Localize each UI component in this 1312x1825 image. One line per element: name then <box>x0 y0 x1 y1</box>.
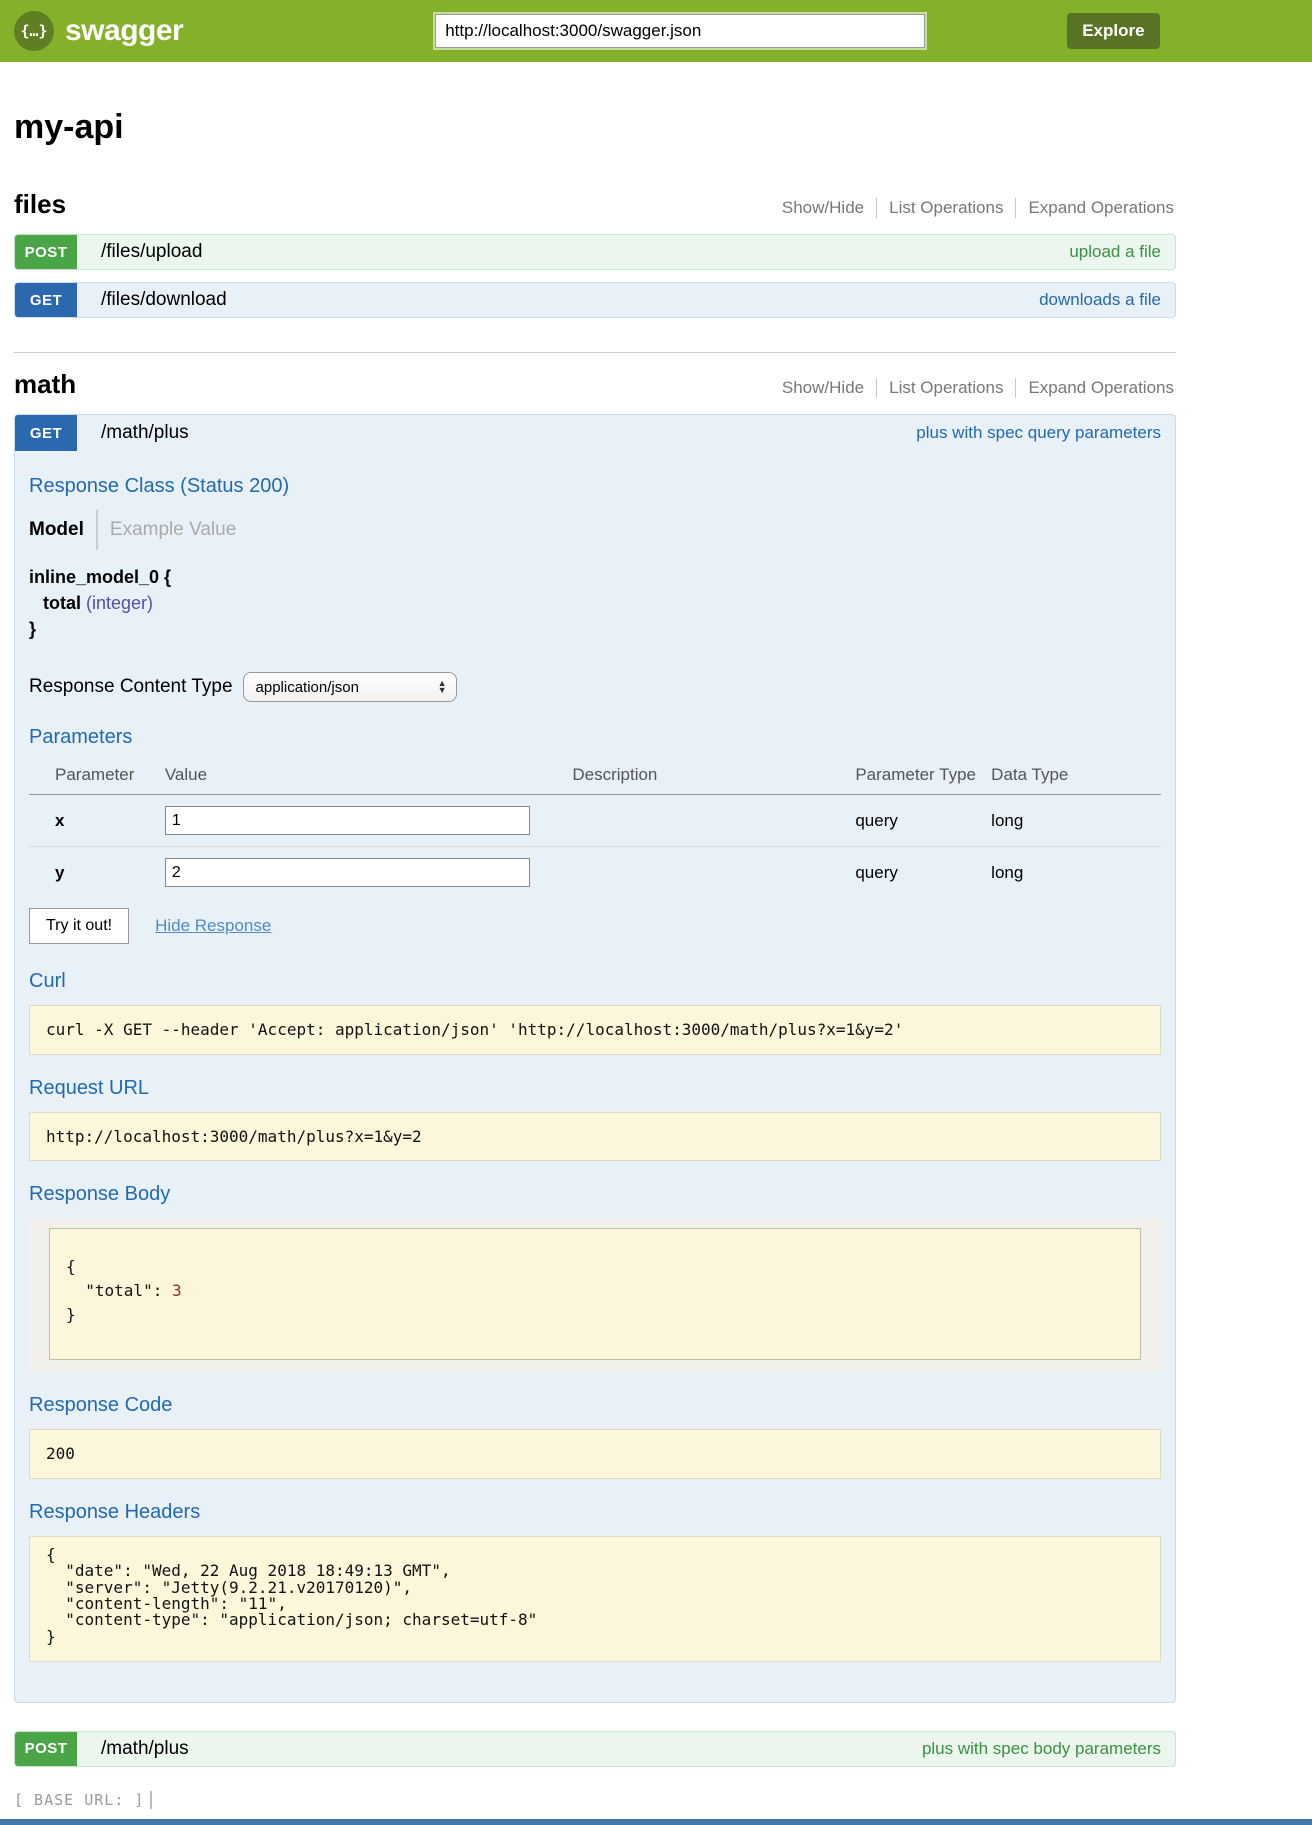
response-content-type-row: Response Content Type application/json ▲… <box>29 672 1161 702</box>
param-type: query <box>855 847 991 899</box>
operation-path[interactable]: /math/plus <box>101 1738 189 1760</box>
parameters-table: Parameter Value Description Parameter Ty… <box>29 761 1161 898</box>
param-data-type: long <box>991 847 1161 899</box>
json-key: "total": <box>66 1281 172 1300</box>
json-close-brace: } <box>66 1305 76 1324</box>
list-operations-link[interactable]: List Operations <box>876 378 1015 398</box>
curl-heading: Curl <box>29 970 1161 993</box>
model-name-line: inline_model_0 { <box>29 564 1161 590</box>
model-property-name: total <box>43 593 81 613</box>
param-type: query <box>855 795 991 847</box>
operation-summary[interactable]: upload a file <box>1069 242 1161 262</box>
operation-path[interactable]: /files/upload <box>101 241 202 263</box>
expand-operations-link[interactable]: Expand Operations <box>1015 198 1176 218</box>
operation-row-get-files-download[interactable]: GET /files/download downloads a file <box>14 282 1176 318</box>
json-number-value: 3 <box>172 1281 182 1300</box>
tab-model[interactable]: Model <box>29 519 96 541</box>
param-row-x: x query long <box>29 795 1161 847</box>
operation-header-get-math-plus[interactable]: GET /math/plus plus with spec query para… <box>15 415 1175 451</box>
response-code-value: 200 <box>29 1429 1161 1479</box>
response-content-type-select-wrap: application/json ▲ ▼ <box>243 672 457 702</box>
tab-example-value[interactable]: Example Value <box>98 519 236 541</box>
json-open-brace: { <box>66 1257 76 1276</box>
param-name: y <box>29 847 165 899</box>
method-badge: POST <box>15 1732 77 1766</box>
page-title: my-api <box>14 108 1176 147</box>
section-heading-files[interactable]: files <box>14 189 66 220</box>
operation-row-post-files-upload[interactable]: POST /files/upload upload a file <box>14 234 1176 270</box>
footer: [ BASE URL: ] <box>14 1791 1176 1809</box>
col-value: Value <box>165 761 573 795</box>
api-url-input[interactable] <box>435 14 925 48</box>
section-divider <box>14 352 1176 353</box>
response-content-type-label: Response Content Type <box>29 676 233 698</box>
operation-content: Response Class (Status 200) Model Exampl… <box>15 451 1175 1702</box>
param-row-y: y query long <box>29 847 1161 899</box>
operation-summary[interactable]: downloads a file <box>1039 290 1161 310</box>
actions-row: Try it out! Hide Response <box>29 908 1161 944</box>
model-property-line: total (integer) <box>29 590 1161 616</box>
list-operations-link[interactable]: List Operations <box>876 198 1015 218</box>
response-body-heading: Response Body <box>29 1183 1161 1206</box>
try-it-out-button[interactable]: Try it out! <box>29 908 129 944</box>
operation-row-post-math-plus[interactable]: POST /math/plus plus with spec body para… <box>14 1731 1176 1767</box>
show-hide-link[interactable]: Show/Hide <box>770 378 876 398</box>
request-url-value: http://localhost:3000/math/plus?x=1&y=2 <box>29 1112 1161 1162</box>
operation-path[interactable]: /files/download <box>101 289 227 311</box>
expand-operations-link[interactable]: Expand Operations <box>1015 378 1176 398</box>
request-url-heading: Request URL <box>29 1077 1161 1100</box>
response-headers-heading: Response Headers <box>29 1501 1161 1524</box>
param-value-input-x[interactable] <box>165 806 530 835</box>
operation-summary[interactable]: plus with spec body parameters <box>922 1739 1161 1759</box>
model-property-type: (integer) <box>86 593 153 613</box>
footer-base-url: [ BASE URL: ] <box>14 1791 144 1809</box>
param-description <box>572 847 855 899</box>
param-value-input-y[interactable] <box>165 858 530 887</box>
explore-button[interactable]: Explore <box>1067 13 1159 49</box>
section-heading-math[interactable]: math <box>14 369 76 400</box>
parameters-heading: Parameters <box>29 726 1161 749</box>
show-hide-link[interactable]: Show/Hide <box>770 198 876 218</box>
parameters-header-row: Parameter Value Description Parameter Ty… <box>29 761 1161 795</box>
header: {…} swagger Explore <box>0 0 1312 62</box>
operation-expanded-get-math-plus: GET /math/plus plus with spec query para… <box>14 414 1176 1703</box>
method-badge: GET <box>15 415 77 451</box>
col-parameter-type: Parameter Type <box>855 761 991 795</box>
method-badge: GET <box>15 283 77 317</box>
operation-path[interactable]: /math/plus <box>101 422 189 444</box>
brand-text: swagger <box>65 14 183 48</box>
col-data-type: Data Type <box>991 761 1161 795</box>
curl-command: curl -X GET --header 'Accept: applicatio… <box>29 1005 1161 1055</box>
section-links-files: Show/Hide List Operations Expand Operati… <box>770 198 1176 218</box>
model-close-brace: } <box>29 616 1161 642</box>
section-header-math: math Show/Hide List Operations Expand Op… <box>14 369 1176 400</box>
response-code-heading: Response Code <box>29 1394 1161 1417</box>
response-content-type-select[interactable]: application/json <box>243 672 457 702</box>
response-headers-json: { "date": "Wed, 22 Aug 2018 18:49:13 GMT… <box>29 1536 1161 1662</box>
response-body-json: { "total": 3 } <box>49 1228 1141 1360</box>
operation-summary[interactable]: plus with spec query parameters <box>916 423 1161 443</box>
swagger-logo-icon: {…} <box>14 11 54 51</box>
col-parameter: Parameter <box>29 761 165 795</box>
param-data-type: long <box>991 795 1161 847</box>
param-name: x <box>29 795 165 847</box>
hide-response-link[interactable]: Hide Response <box>155 916 271 936</box>
section-header-files: files Show/Hide List Operations Expand O… <box>14 189 1176 220</box>
section-links-math: Show/Hide List Operations Expand Operati… <box>770 378 1176 398</box>
response-class-heading: Response Class (Status 200) <box>29 475 1161 498</box>
swagger-logo[interactable]: {…} swagger <box>14 11 183 51</box>
bottom-accent-bar <box>0 1819 1312 1825</box>
response-body-container: { "total": 3 } <box>29 1218 1161 1372</box>
model-tabs: Model Example Value <box>29 510 1161 550</box>
param-description <box>572 795 855 847</box>
model-definition: inline_model_0 { total (integer) } <box>29 564 1161 642</box>
col-description: Description <box>572 761 855 795</box>
text-cursor <box>150 1791 152 1809</box>
method-badge: POST <box>15 235 77 269</box>
